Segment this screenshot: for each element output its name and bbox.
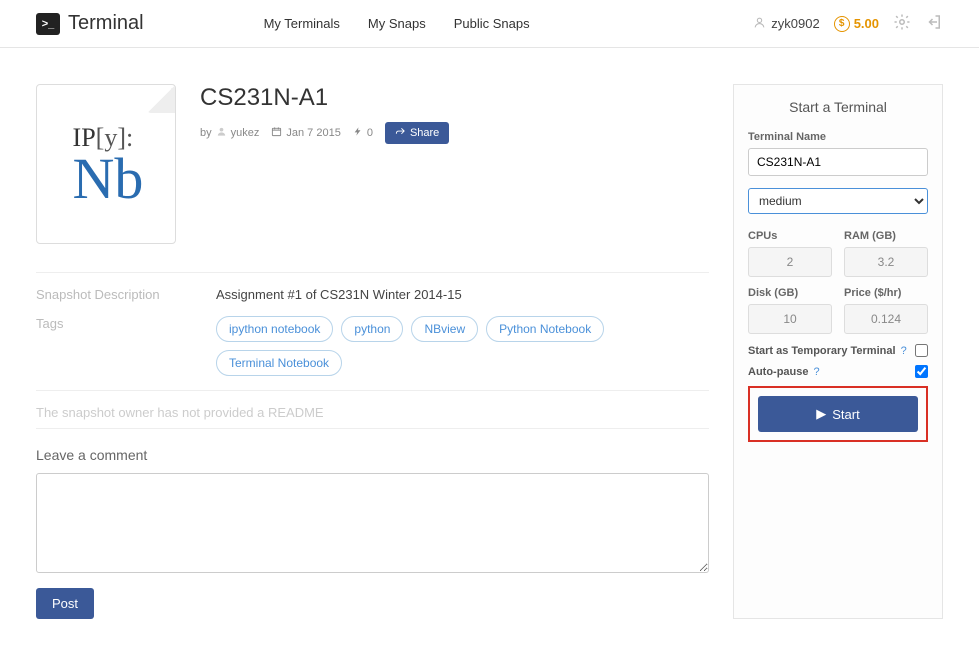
divider bbox=[36, 428, 709, 429]
description-row: Snapshot Description Assignment #1 of CS… bbox=[36, 287, 709, 302]
user-link[interactable]: zyk0902 bbox=[753, 16, 819, 32]
tags-label: Tags bbox=[36, 316, 216, 376]
autopause-row: Auto-pause ? bbox=[748, 365, 928, 378]
size-select[interactable]: medium bbox=[748, 188, 928, 214]
comment-input[interactable] bbox=[36, 473, 709, 573]
play-icon: ▶ bbox=[816, 406, 826, 422]
user-icon bbox=[753, 16, 766, 32]
readme-note: The snapshot owner has not provided a RE… bbox=[36, 405, 709, 420]
forks-block: 0 bbox=[353, 126, 373, 140]
header: >_ Terminal My Terminals My Snaps Public… bbox=[0, 0, 979, 48]
description-value: Assignment #1 of CS231N Winter 2014-15 bbox=[216, 287, 709, 302]
nav-my-snaps[interactable]: My Snaps bbox=[368, 16, 426, 31]
main-content: IP[y]: Nb CS231N-A1 by yukez bbox=[36, 84, 709, 619]
container: IP[y]: Nb CS231N-A1 by yukez bbox=[0, 48, 979, 655]
logo-icon: >_ bbox=[36, 13, 60, 35]
snapshot-meta: by yukez Jan 7 2015 bbox=[200, 122, 449, 144]
main-nav: My Terminals My Snaps Public Snaps bbox=[264, 16, 530, 31]
start-terminal-panel: Start a Terminal Terminal Name medium CP… bbox=[733, 84, 943, 619]
snapshot-title: CS231N-A1 bbox=[200, 84, 449, 112]
author-link[interactable]: yukez bbox=[231, 127, 260, 139]
snapshot-thumbnail: IP[y]: Nb bbox=[36, 84, 176, 244]
balance[interactable]: $ 5.00 bbox=[834, 16, 879, 32]
ram-label: RAM (GB) bbox=[844, 230, 928, 242]
help-icon[interactable]: ? bbox=[898, 345, 907, 357]
temporary-checkbox[interactable] bbox=[915, 344, 928, 357]
calendar-icon bbox=[271, 126, 282, 140]
terminal-name-input[interactable] bbox=[748, 148, 928, 176]
temporary-row: Start as Temporary Terminal ? bbox=[748, 344, 928, 357]
balance-amount: 5.00 bbox=[854, 16, 879, 31]
logo[interactable]: >_ Terminal bbox=[36, 12, 144, 35]
divider bbox=[36, 272, 709, 273]
disk-value bbox=[748, 304, 832, 334]
share-icon bbox=[395, 126, 406, 140]
tag[interactable]: Python Notebook bbox=[486, 316, 604, 342]
tags-row: Tags ipython notebook python NBview Python … bbox=[36, 316, 709, 376]
cpus-label: CPUs bbox=[748, 230, 832, 242]
date-block: Jan 7 2015 bbox=[271, 126, 340, 140]
logout-icon[interactable] bbox=[925, 13, 943, 34]
author-block: by yukez bbox=[200, 126, 259, 140]
tag-list: ipython notebook python NBview Python Noteb… bbox=[216, 316, 709, 376]
comment-heading: Leave a comment bbox=[36, 447, 709, 463]
start-highlight: ▶ Start bbox=[748, 386, 928, 442]
bolt-icon bbox=[353, 126, 363, 140]
description-label: Snapshot Description bbox=[36, 287, 216, 302]
ram-value bbox=[844, 247, 928, 277]
title-block: CS231N-A1 by yukez Jan 7 2015 bbox=[200, 84, 449, 244]
coin-icon: $ bbox=[834, 16, 850, 32]
settings-icon[interactable] bbox=[893, 13, 911, 34]
nav-my-terminals[interactable]: My Terminals bbox=[264, 16, 340, 31]
price-value bbox=[844, 304, 928, 334]
disk-label: Disk (GB) bbox=[748, 287, 832, 299]
brand-name: Terminal bbox=[68, 12, 144, 35]
snapshot-header: IP[y]: Nb CS231N-A1 by yukez bbox=[36, 84, 709, 244]
fork-count: 0 bbox=[367, 127, 373, 139]
header-right: zyk0902 $ 5.00 bbox=[753, 13, 943, 34]
start-button[interactable]: ▶ Start bbox=[758, 396, 918, 432]
post-button[interactable]: Post bbox=[36, 588, 94, 619]
cpus-value bbox=[748, 247, 832, 277]
tag[interactable]: Terminal Notebook bbox=[216, 350, 342, 376]
sidebar-title: Start a Terminal bbox=[748, 99, 928, 115]
terminal-name-label: Terminal Name bbox=[748, 131, 928, 143]
autopause-checkbox[interactable] bbox=[915, 365, 928, 378]
nav-public-snaps[interactable]: Public Snaps bbox=[454, 16, 530, 31]
tag[interactable]: ipython notebook bbox=[216, 316, 333, 342]
tag[interactable]: NBview bbox=[411, 316, 478, 342]
username: zyk0902 bbox=[771, 16, 819, 31]
snapshot-date: Jan 7 2015 bbox=[286, 127, 340, 139]
share-button[interactable]: Share bbox=[385, 122, 449, 144]
page-fold-icon bbox=[147, 85, 175, 113]
divider bbox=[36, 390, 709, 391]
user-icon bbox=[216, 126, 227, 140]
help-icon[interactable]: ? bbox=[811, 366, 820, 378]
tag[interactable]: python bbox=[341, 316, 403, 342]
price-label: Price ($/hr) bbox=[844, 287, 928, 299]
